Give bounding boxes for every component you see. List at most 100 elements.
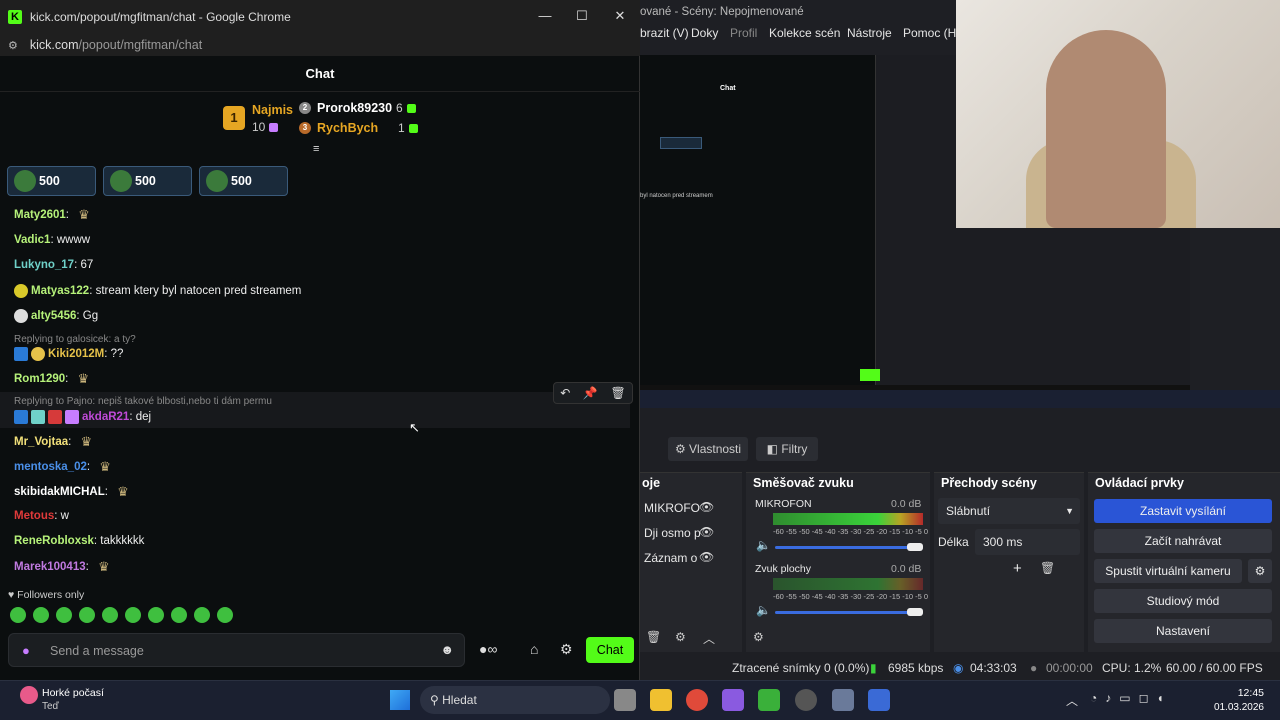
volume-slider[interactable] — [775, 611, 923, 614]
add-icon[interactable]: + — [1013, 560, 1022, 577]
eye-icon[interactable]: 👁 — [699, 550, 714, 564]
chrome-icon[interactable] — [686, 689, 708, 711]
chevron-up-icon[interactable]: ︿ — [703, 630, 715, 647]
close-button[interactable]: ✕ — [610, 8, 630, 26]
address-bar[interactable]: ⚙ kick.com/popout/mgfitman/chat — [0, 34, 640, 56]
menu-item-tools[interactable]: Nástroje — [847, 26, 892, 40]
send-chat-button[interactable]: Chat — [586, 637, 634, 663]
speaker-icon[interactable]: 🔈 — [756, 538, 771, 552]
tab-filters[interactable]: ◧ Filtry — [756, 437, 818, 461]
emote[interactable] — [148, 607, 164, 623]
trash-icon[interactable]: 🗑 — [1040, 561, 1055, 575]
gift-pin[interactable]: 500 — [7, 166, 96, 196]
gift-badge-icon — [65, 410, 79, 424]
settings-button[interactable]: Nastavení — [1094, 619, 1272, 643]
gear-icon[interactable]: ⚙ — [560, 641, 573, 658]
chevron-up-icon[interactable]: ︿ — [1066, 692, 1078, 709]
emote[interactable] — [10, 607, 26, 623]
emote[interactable] — [217, 607, 233, 623]
obs-icon[interactable] — [795, 689, 817, 711]
windows-start-icon[interactable] — [390, 690, 410, 710]
menu-item-scene-collection[interactable]: Kolekce scén — [769, 26, 840, 40]
eye-icon[interactable]: 👁 — [699, 525, 714, 539]
minimize-button[interactable]: — — [535, 8, 555, 26]
mixer-db: 0.0 dB — [891, 563, 922, 575]
start-recording-button[interactable]: Začít nahrávat — [1094, 529, 1272, 553]
menu-item-help[interactable]: Pomoc (H) — [903, 26, 960, 40]
taskbar-search[interactable]: ⚲ Hledat — [420, 686, 610, 714]
meter-scale: -60 -55 -50 -45 -40 -35 -30 -25 -20 -15 … — [773, 592, 929, 601]
weather-icon[interactable] — [20, 686, 38, 704]
source-item[interactable]: Dji osmo p — [644, 526, 701, 540]
points-icon[interactable]: ●∞ — [479, 641, 497, 657]
trash-icon[interactable]: 🗑 — [646, 630, 661, 644]
source-item[interactable]: MIKROFO — [644, 501, 700, 515]
reply-context[interactable]: Replying to galosicek: a ty? — [14, 334, 136, 345]
emote[interactable] — [102, 607, 118, 623]
settings-icon[interactable] — [832, 689, 854, 711]
collapse-icon[interactable]: ≡ — [313, 143, 319, 155]
leader-name[interactable]: Prorok89230 — [317, 101, 392, 115]
speaker-icon[interactable]: 🔈 — [756, 603, 771, 617]
window-title: kick.com/popout/mgfitman/chat - Google C… — [30, 10, 291, 24]
tray-icons[interactable]: ◔♪▭◻◖ — [1090, 691, 1172, 705]
pin-icon[interactable]: 📌 — [583, 386, 598, 400]
gear-icon[interactable]: ⚙ — [753, 630, 764, 644]
leader-name[interactable]: Najmis — [252, 103, 293, 117]
maximize-button[interactable]: ☐ — [572, 8, 592, 26]
avatar — [110, 170, 132, 192]
leader-name[interactable]: RychBych — [317, 121, 378, 135]
emoji-icon[interactable]: ☻ — [440, 642, 454, 657]
xbox-icon[interactable] — [758, 689, 780, 711]
dropped-frames: Ztracené snímky 0 (0.0%) — [732, 661, 870, 675]
start-virtual-camera-button[interactable]: Spustit virtuální kameru — [1094, 559, 1242, 583]
microphone-icon[interactable]: ● — [22, 643, 30, 658]
site-settings-icon[interactable]: ⚙ — [8, 39, 18, 52]
weather-title[interactable]: Horké počasí — [42, 687, 104, 699]
stop-streaming-button[interactable]: Zastavit vysílání — [1094, 499, 1272, 523]
app-icon[interactable] — [868, 689, 890, 711]
tab-properties[interactable]: ⚙ Vlastnosti — [668, 437, 748, 461]
trash-icon[interactable]: 🗑 — [610, 386, 625, 400]
app-icon[interactable] — [722, 689, 744, 711]
wings-emote-icon: ♛ — [98, 559, 110, 574]
reply-icon[interactable]: ↶ — [560, 386, 570, 400]
emote[interactable] — [125, 607, 141, 623]
transition-select[interactable]: Slábnutí ▼ — [938, 498, 1080, 524]
reply-context[interactable]: Replying to Pajno: nepiš takové blbosti,… — [14, 396, 272, 407]
chat-message: Metous: w — [14, 510, 69, 522]
username: mentoska_02 — [14, 461, 87, 473]
obs-statusbar: Ztracené snímky 0 (0.0%) ▮ 6985 kbps ◉ 0… — [640, 656, 1280, 680]
studio-mode-button[interactable]: Studiový mód — [1094, 589, 1272, 613]
emote[interactable] — [56, 607, 72, 623]
duration-field[interactable]: 300 ms — [975, 529, 1080, 555]
clock-date[interactable]: 01.03.2026 — [1212, 702, 1264, 713]
eye-icon[interactable]: 👁 — [699, 500, 714, 514]
emote[interactable] — [33, 607, 49, 623]
file-explorer-icon[interactable] — [650, 689, 672, 711]
menu-item-view[interactable]: brazit (V) — [640, 26, 689, 40]
cpu-usage: CPU: 1.2% — [1102, 661, 1162, 675]
volume-knob[interactable] — [907, 543, 923, 551]
clock-time[interactable]: 12:45 — [1212, 687, 1264, 699]
gift-pin[interactable]: 500 — [199, 166, 288, 196]
volume-knob[interactable] — [907, 608, 923, 616]
username: Matyas122 — [31, 285, 90, 297]
obs-title: ované - Scény: Nepojmenované — [640, 6, 804, 18]
mixer-db: 0.0 dB — [891, 498, 922, 510]
source-item[interactable]: Záznam o — [644, 551, 697, 565]
gear-icon[interactable]: ⚙ — [675, 630, 686, 644]
emote[interactable] — [194, 607, 210, 623]
gift-icon — [408, 124, 418, 134]
menu-item-profile[interactable]: Profil — [730, 26, 757, 40]
gift-pin[interactable]: 500 — [103, 166, 192, 196]
emote[interactable] — [79, 607, 95, 623]
chat-header: Chat — [0, 56, 640, 92]
emote[interactable] — [171, 607, 187, 623]
gear-icon[interactable]: ⚙ — [1248, 559, 1272, 583]
task-view-icon[interactable] — [614, 689, 636, 711]
volume-slider[interactable] — [775, 546, 923, 549]
message-input[interactable]: ● Send a message ☻ — [8, 633, 465, 667]
menu-item-docks[interactable]: Doky — [691, 26, 718, 40]
store-icon[interactable]: ⌂ — [530, 641, 538, 657]
